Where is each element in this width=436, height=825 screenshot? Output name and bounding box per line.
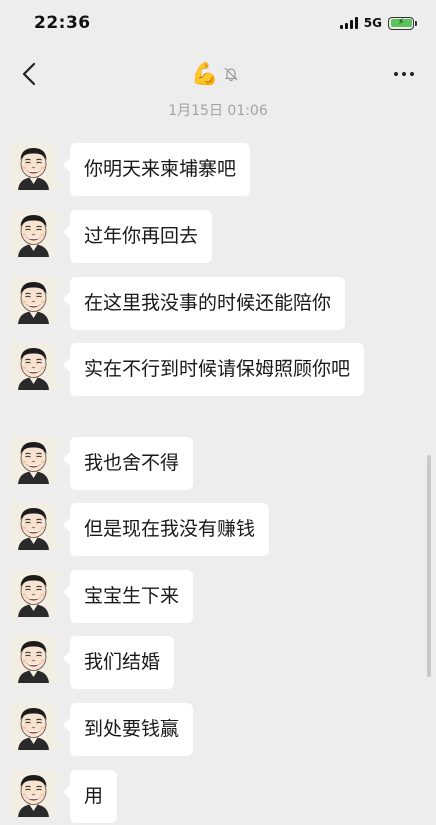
- message-row: 我也舍不得: [10, 437, 194, 490]
- message-row: 实在不行到时候请保姆照顾你吧: [10, 343, 365, 396]
- message-bubble[interactable]: 到处要钱赢: [62, 703, 194, 756]
- avatar[interactable]: [10, 210, 57, 257]
- message-row: 在这里我没事的时候还能陪你: [10, 277, 346, 330]
- avatar-face-icon: [10, 503, 57, 550]
- avatar[interactable]: [10, 277, 57, 324]
- back-button[interactable]: [14, 59, 44, 89]
- scrollbar-thumb[interactable]: [427, 455, 431, 677]
- message-bubble[interactable]: 我也舍不得: [62, 437, 194, 490]
- avatar[interactable]: [10, 343, 57, 390]
- message-timestamp: 1月15日 01:06: [168, 103, 268, 119]
- avatar-face-icon: [10, 636, 57, 683]
- message-row: 过年你再回去: [10, 210, 213, 263]
- avatar[interactable]: [10, 703, 57, 750]
- avatar-face-icon: [10, 437, 57, 484]
- avatar[interactable]: [10, 143, 57, 190]
- message-row: 用: [10, 770, 118, 823]
- message-bubble[interactable]: 但是现在我没有赚钱: [62, 503, 270, 556]
- battery-icon: ⚡: [388, 16, 417, 30]
- avatar[interactable]: [10, 770, 57, 817]
- avatar-face-icon: [10, 770, 57, 817]
- avatar[interactable]: [10, 503, 57, 550]
- message-bubble[interactable]: 过年你再回去: [62, 210, 213, 263]
- avatar[interactable]: [10, 636, 57, 683]
- message-bubble[interactable]: 你明天来柬埔寨吧: [62, 143, 251, 196]
- status-time: 22:36: [34, 13, 91, 33]
- chat-title: 💪: [191, 62, 238, 87]
- message-bubble[interactable]: 宝宝生下来: [62, 570, 194, 623]
- message-row: 你明天来柬埔寨吧: [10, 143, 251, 196]
- avatar[interactable]: [10, 437, 57, 484]
- avatar-face-icon: [10, 570, 57, 617]
- message-row: 宝宝生下来: [10, 570, 194, 623]
- nav-bar: 💪: [0, 46, 436, 102]
- avatar-face-icon: [10, 143, 57, 190]
- status-indicators: 5G ⚡: [339, 16, 417, 30]
- network-label: 5G: [363, 16, 382, 30]
- chevron-left-icon: [22, 62, 36, 86]
- message-bubble[interactable]: 在这里我没事的时候还能陪你: [62, 277, 346, 330]
- message-bubble[interactable]: 用: [62, 770, 118, 823]
- status-bar: 22:36 5G ⚡: [0, 0, 436, 46]
- message-bubble[interactable]: 实在不行到时候请保姆照顾你吧: [62, 343, 365, 396]
- avatar-face-icon: [10, 210, 57, 257]
- message-row: 我们结婚: [10, 636, 175, 689]
- avatar-face-icon: [10, 277, 57, 324]
- message-bubble[interactable]: 我们结婚: [62, 636, 175, 689]
- avatar[interactable]: [10, 570, 57, 617]
- avatar-face-icon: [10, 343, 57, 390]
- message-row: 到处要钱赢: [10, 703, 194, 756]
- avatar-face-icon: [10, 703, 57, 750]
- signal-icon: [339, 17, 358, 29]
- mute-bell-icon: [224, 67, 238, 82]
- message-row: 但是现在我没有赚钱: [10, 503, 270, 556]
- more-options-button[interactable]: [386, 59, 422, 89]
- title-emoji: 💪: [191, 61, 219, 87]
